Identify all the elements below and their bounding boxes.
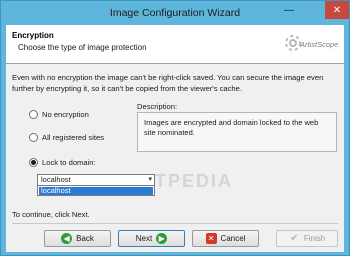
wizard-header: Encryption Choose the type of image prot… bbox=[6, 25, 344, 64]
logo-text: ArtistScope bbox=[300, 40, 339, 49]
finish-label: Finish bbox=[303, 234, 326, 243]
title-bar[interactable]: Image Configuration Wizard — ☐ ✕ bbox=[1, 1, 349, 25]
radio-label: All registered sites bbox=[42, 133, 105, 142]
radio-button[interactable] bbox=[29, 133, 38, 142]
wizard-window: Image Configuration Wizard — ☐ ✕ Encrypt… bbox=[0, 0, 350, 256]
page-subtitle: Choose the type of image protection bbox=[18, 43, 147, 52]
checkmark-icon: ✔ bbox=[290, 233, 299, 244]
wizard-body: Encryption Choose the type of image prot… bbox=[6, 25, 344, 252]
back-label: Back bbox=[76, 234, 94, 243]
maximize-button[interactable]: ☐ bbox=[301, 1, 325, 19]
radio-dot bbox=[31, 160, 36, 165]
close-button[interactable]: ✕ bbox=[325, 1, 349, 19]
radio-label: No encryption bbox=[42, 110, 89, 119]
cancel-label: Cancel bbox=[220, 234, 246, 243]
description-label: Description: bbox=[137, 102, 178, 111]
cancel-button[interactable]: ✕ Cancel bbox=[192, 230, 259, 247]
domain-select[interactable]: localhost ▾ bbox=[37, 174, 155, 186]
artistscope-logo: ArtistScope bbox=[284, 29, 340, 61]
next-button[interactable]: Next ▶ bbox=[118, 230, 185, 247]
radio-button[interactable] bbox=[29, 110, 38, 119]
intro-text: Even with no encryption the image can't … bbox=[12, 73, 324, 93]
cancel-icon: ✕ bbox=[205, 233, 217, 244]
description-box: Images are encrypted and domain locked t… bbox=[137, 112, 337, 152]
page-title: Encryption bbox=[12, 31, 54, 40]
divider bbox=[12, 223, 338, 224]
back-button[interactable]: ◀ Back bbox=[44, 230, 111, 247]
arrow-right-icon: ▶ bbox=[156, 233, 168, 244]
radio-no-encryption[interactable]: No encryption bbox=[29, 110, 89, 119]
dropdown-option-localhost[interactable]: localhost bbox=[39, 187, 153, 195]
finish-button[interactable]: ✔ Finish bbox=[276, 230, 338, 247]
radio-all-registered-sites[interactable]: All registered sites bbox=[29, 133, 104, 142]
footer-note: To continue, click Next. bbox=[12, 210, 90, 219]
radio-lock-to-domain[interactable]: Lock to domain: bbox=[29, 158, 96, 167]
radio-label: Lock to domain: bbox=[42, 158, 96, 167]
radio-button-selected[interactable] bbox=[29, 158, 38, 167]
domain-dropdown-list: localhost bbox=[37, 186, 155, 196]
chevron-down-icon[interactable]: ▾ bbox=[148, 175, 152, 185]
domain-select-value: localhost bbox=[41, 175, 71, 184]
minimize-button[interactable]: — bbox=[277, 1, 301, 19]
next-label: Next bbox=[135, 234, 153, 243]
arrow-left-icon: ◀ bbox=[61, 233, 73, 244]
